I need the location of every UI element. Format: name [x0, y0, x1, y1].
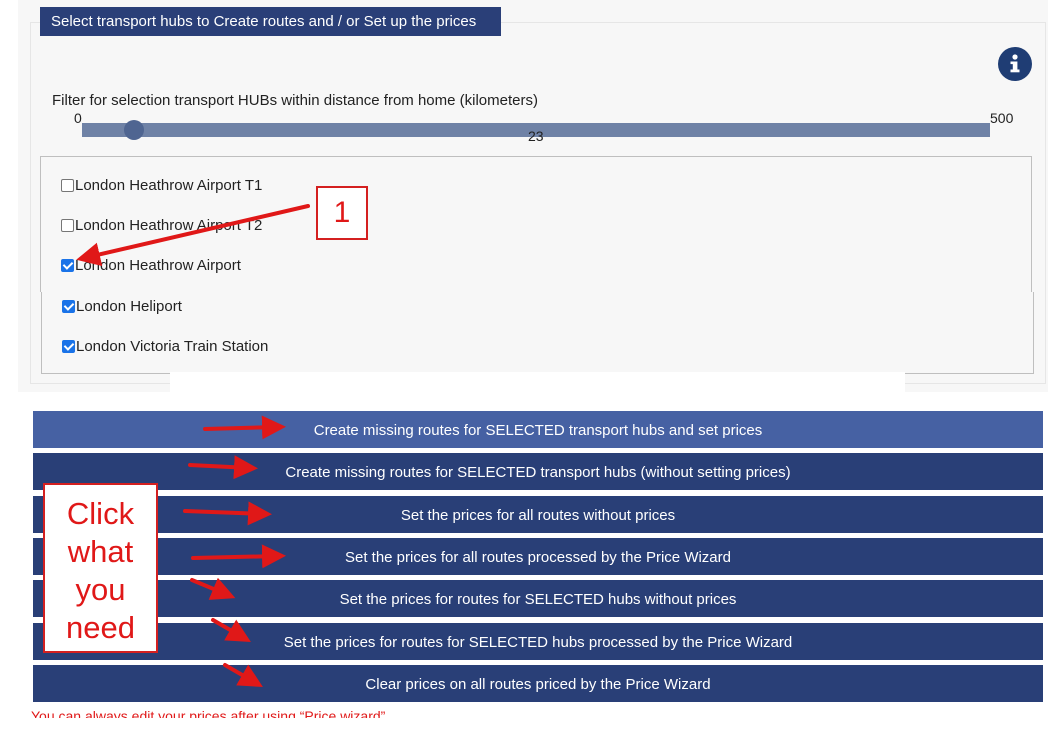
- annotation-arrow: [211, 618, 251, 643]
- annotation-arrow: [188, 455, 258, 480]
- annotation-arrow: [223, 663, 263, 688]
- annotation-arrow: [203, 415, 286, 440]
- annotation-arrow: [190, 577, 236, 600]
- annotation-arrow: [191, 544, 286, 569]
- annotation-arrow-1: [76, 204, 310, 267]
- annotation-arrow: [183, 501, 272, 526]
- annotation-arrows: [76, 204, 310, 688]
